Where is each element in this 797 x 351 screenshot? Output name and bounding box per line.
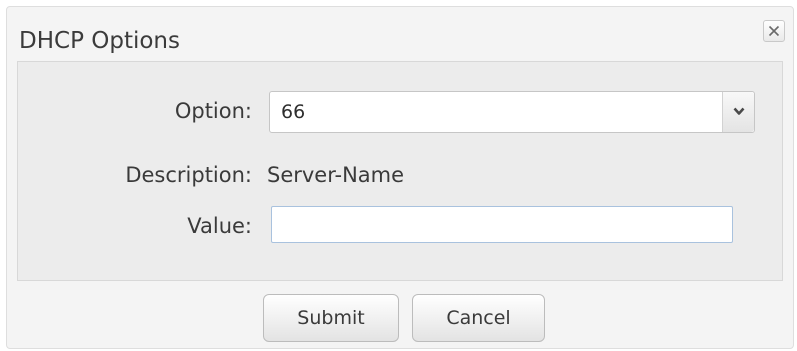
form-panel: Option: 66 Description: Server-Name Valu… (17, 61, 783, 281)
option-dropdown-toggle[interactable] (722, 92, 754, 132)
option-selected-value: 66 (281, 101, 306, 123)
option-select[interactable]: 66 (269, 91, 755, 133)
dialog-titlebar: DHCP Options (7, 7, 793, 61)
close-button[interactable] (763, 20, 785, 42)
cancel-button[interactable]: Cancel (412, 294, 545, 342)
value-input[interactable] (271, 206, 733, 243)
close-icon (768, 25, 780, 37)
option-label: Option: (174, 99, 252, 123)
chevron-down-icon (733, 107, 745, 115)
submit-button[interactable]: Submit (263, 294, 399, 342)
dhcp-options-dialog: DHCP Options Option: 66 Description: Ser… (6, 6, 794, 349)
description-value: Server-Name (267, 163, 405, 187)
description-label: Description: (125, 163, 252, 187)
dialog-title: DHCP Options (19, 28, 180, 54)
value-label: Value: (187, 214, 252, 238)
